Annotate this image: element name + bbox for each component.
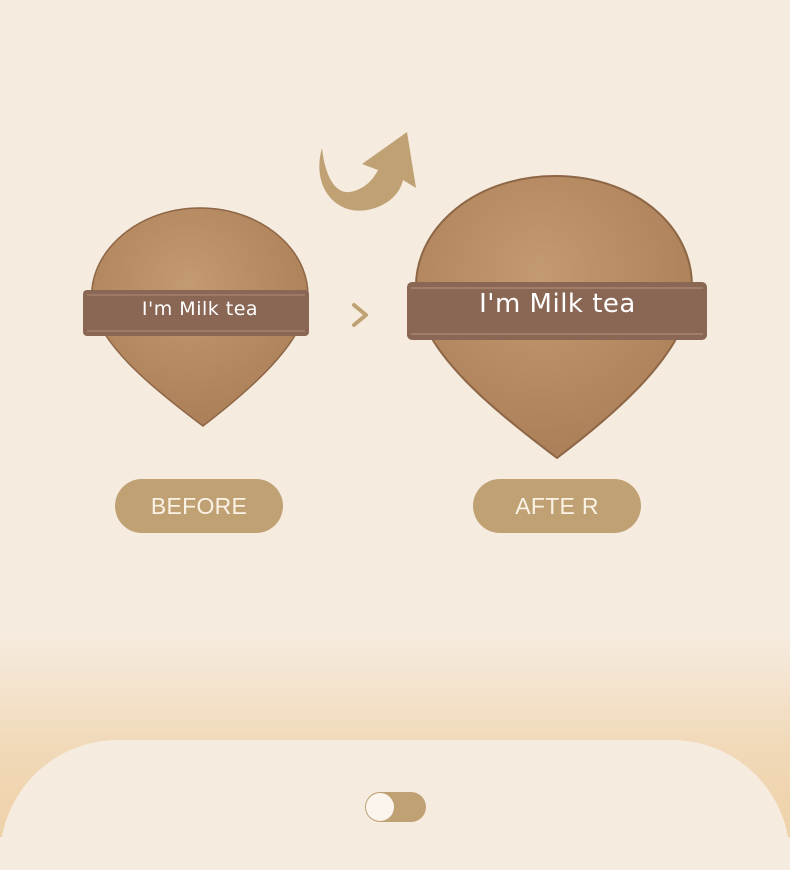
before-label: BEFORE	[115, 479, 283, 533]
large-puff-strap-text: I'm Milk tea	[479, 289, 636, 319]
comparison-banner: I'm Milk tea I'm Milk tea BEFORE AFTE R	[0, 0, 790, 870]
small-puff-strap-text: I'm Milk tea	[141, 298, 259, 320]
chevron-right-icon	[346, 300, 374, 330]
toggle-knob[interactable]	[366, 793, 394, 821]
small-puff-image: I'm Milk tea	[75, 200, 325, 435]
toggle-switch[interactable]	[365, 792, 426, 822]
after-label: AFTE R	[473, 479, 641, 533]
large-puff-image: I'm Milk tea	[395, 168, 720, 468]
